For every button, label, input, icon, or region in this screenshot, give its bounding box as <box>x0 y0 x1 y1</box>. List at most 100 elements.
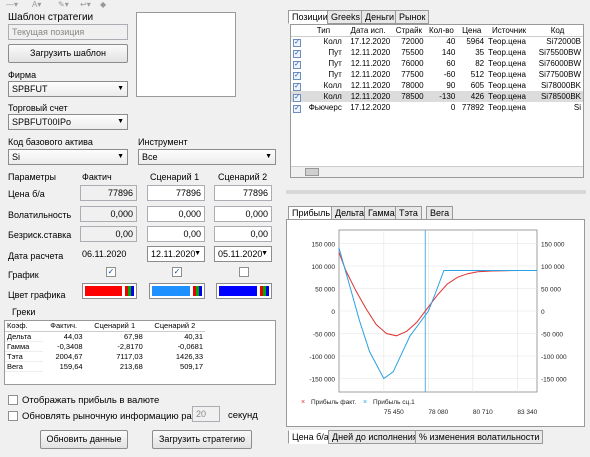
vol-sc2[interactable]: 0,000 <box>214 206 272 222</box>
table-cell: 17.12.2020 <box>350 37 391 47</box>
check-icon: ✓ <box>293 104 301 113</box>
table-cell: 12.11.2020 <box>350 70 391 79</box>
row-checkbox[interactable]: ✓ <box>291 102 303 113</box>
date-sc1-picker[interactable]: 12.11.2020 ▼ <box>147 246 205 262</box>
row-checkbox[interactable]: ✓ <box>291 80 303 91</box>
tab-money[interactable]: Деньги <box>361 10 399 24</box>
table-row[interactable]: ✓ Колл 17.12.2020 72000 40 5964 Теор.цена Si720… <box>291 36 583 47</box>
load-template-button[interactable]: Загрузить шаблон <box>8 44 128 63</box>
tab-market[interactable]: Рынок <box>395 10 430 24</box>
tab-profit[interactable]: Прибыль <box>288 206 335 220</box>
greek-value: 509,17 <box>180 361 203 371</box>
price-sc1[interactable]: 77896 <box>147 185 205 201</box>
table-cell: Теор.цена <box>486 91 533 102</box>
color-fact-swatch[interactable] <box>82 283 137 299</box>
load-strategy-button[interactable]: Загрузить стратегию <box>152 430 252 449</box>
x-tick-label: 83 340 <box>517 409 537 416</box>
greek-name: Вега <box>5 361 43 372</box>
tab-volatility-change[interactable]: % изменения волатильности <box>415 430 544 444</box>
col-header[interactable]: Дата исп. <box>343 25 393 37</box>
line-tool-icon[interactable]: —▾ <box>6 0 18 9</box>
instrument-value: Все <box>142 152 158 162</box>
refresh-checkbox[interactable] <box>8 411 18 421</box>
scrollbar-thumb[interactable] <box>305 168 319 176</box>
table-row[interactable]: ✓ Фьючерс 17.12.2020 0 77892 Теор.цена Si <box>291 102 583 113</box>
color-sc1-swatch[interactable] <box>149 283 205 299</box>
table-row[interactable]: ✓ Пут 12.11.2020 76000 60 82 Теор.цена Si76000B… <box>291 58 583 69</box>
date-label: Дата расчета <box>8 251 64 261</box>
col-header[interactable]: Источник <box>486 25 533 37</box>
instrument-select[interactable]: Все ▼ <box>138 149 276 165</box>
chart-sc2-checkbox[interactable] <box>239 267 249 277</box>
rate-sc1[interactable]: 0,00 <box>147 226 205 242</box>
tab-vega[interactable]: Вега <box>426 206 454 220</box>
current-position-field[interactable]: Текущая позиция <box>8 24 128 40</box>
date-fact: 06.11.2020 <box>82 249 127 259</box>
table-cell: Si78000BK <box>540 81 581 90</box>
col-header[interactable]: Цена <box>457 25 487 37</box>
color-fill <box>219 286 257 296</box>
vol-label: Волатильность <box>8 210 72 220</box>
tab-gamma[interactable]: Гамма <box>364 206 399 220</box>
tab-delta[interactable]: Дельта <box>331 206 369 220</box>
table-cell: 12.11.2020 <box>350 48 391 57</box>
x-tick-label: 75 450 <box>384 409 404 416</box>
row-checkbox[interactable]: ✓ <box>291 69 303 80</box>
tab-theta[interactable]: Тэта <box>395 206 422 220</box>
firm-select[interactable]: SPBFUT ▼ <box>8 81 128 97</box>
table-row[interactable]: ✓ Колл 12.11.2020 78500 -130 426 Теор.цена Si78… <box>291 91 583 102</box>
shape-tool-icon[interactable]: ◆ <box>100 0 106 9</box>
date-sc2-picker[interactable]: 05.11.2020 ▼ <box>214 246 272 262</box>
table-cell: 77892 <box>461 103 485 112</box>
chart-sc1-checkbox[interactable]: ✓ <box>172 267 182 277</box>
table-cell: Si78500BK <box>532 91 583 102</box>
greek-value: 159,64 <box>59 361 83 371</box>
tab-days-to-expiry[interactable]: Дней до исполнения <box>328 430 422 444</box>
row-checkbox[interactable]: ✓ <box>291 91 303 102</box>
greek-value: -0,3408 <box>57 341 83 351</box>
table-row[interactable]: ✓ Пут 12.11.2020 75500 140 35 Теор.цена Si75500… <box>291 47 583 58</box>
profit-chart: 150 000 150 000 100 000 100 000 50 000 50 000… <box>301 229 567 416</box>
horizontal-scrollbar[interactable] <box>291 166 583 177</box>
row-checkbox[interactable]: ✓ <box>291 58 303 69</box>
col-header[interactable]: Код <box>532 25 583 37</box>
table-row[interactable]: ✓ Пут 12.11.2020 77500 -60 512 Теор.цена Si7750… <box>291 69 583 80</box>
greek-value: 1426,33 <box>175 351 203 361</box>
tab-underlying-price[interactable]: Цена б/а <box>288 430 333 444</box>
table-cell: Si <box>573 103 581 112</box>
table-cell: Si75500BW <box>538 48 581 57</box>
date-sc1-value: 12.11.2020 <box>151 249 196 259</box>
col-header[interactable]: Кол-во <box>425 25 458 37</box>
chart-fact-checkbox[interactable]: ✓ <box>106 267 116 277</box>
vol-sc1[interactable]: 0,000 <box>147 206 205 222</box>
account-select[interactable]: SPBFUT00IPo ▼ <box>8 114 128 130</box>
col-header[interactable]: Тип <box>303 25 344 37</box>
splitter[interactable] <box>286 190 586 194</box>
pen-tool-icon[interactable]: ✎▾ <box>58 0 69 9</box>
base-code-select[interactable]: Si ▼ <box>8 149 128 165</box>
show-currency-checkbox[interactable] <box>8 395 18 405</box>
palette-icon <box>260 286 269 296</box>
update-data-button[interactable]: Обновить данные <box>40 430 128 449</box>
tab-positions[interactable]: Позиции <box>288 10 332 24</box>
y-tick-label-left: 100 000 <box>312 264 336 271</box>
table-cell: 75500 <box>401 48 424 57</box>
refresh-interval-field[interactable]: 20 <box>192 406 220 422</box>
tab-greeks[interactable]: Greeks <box>327 10 365 24</box>
greek-name: Дельта <box>5 331 43 342</box>
arrow-tool-icon[interactable]: ↩▾ <box>80 0 91 9</box>
greek-name: Тэта <box>5 351 43 362</box>
text-tool-icon[interactable]: A▾ <box>32 0 41 9</box>
col-header[interactable]: Страйк <box>392 25 426 37</box>
template-label: Шаблон стратегии <box>8 12 94 23</box>
row-checkbox[interactable]: ✓ <box>291 36 303 47</box>
table-row[interactable]: ✓ Колл 12.11.2020 78000 90 605 Теор.цена Si7800… <box>291 80 583 91</box>
table-cell: 77500 <box>401 70 424 79</box>
table-cell: 90 <box>446 81 456 90</box>
fact-header: Фактич <box>82 172 112 182</box>
rate-sc2[interactable]: 0,00 <box>214 226 272 242</box>
row-checkbox[interactable]: ✓ <box>291 47 303 58</box>
color-sc2-swatch[interactable] <box>216 283 272 299</box>
greek-value: -0,0681 <box>177 341 203 351</box>
price-sc2[interactable]: 77896 <box>214 185 272 201</box>
